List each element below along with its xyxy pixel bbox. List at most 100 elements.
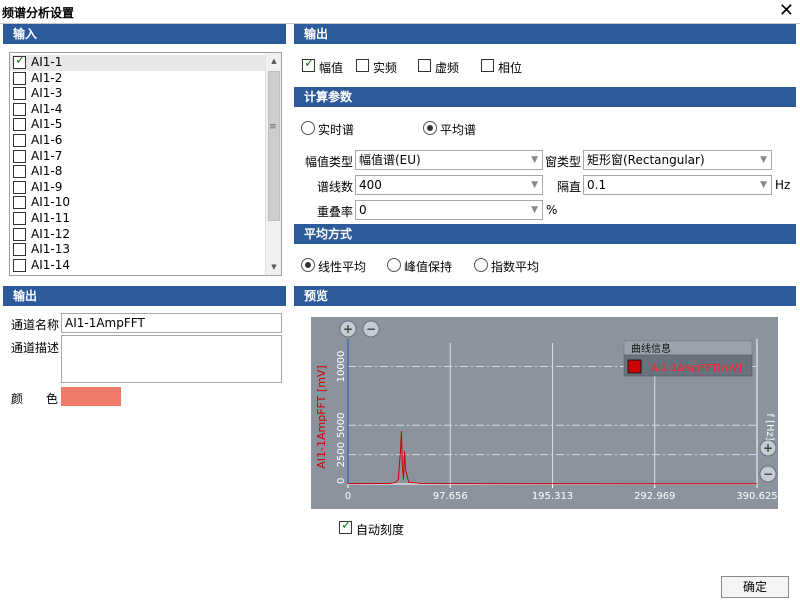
- legend-entry: AI1-1AmpFFT[mV]: [651, 363, 742, 374]
- overlap-value: 0: [359, 203, 367, 217]
- close-icon[interactable]: ✕: [779, 1, 794, 21]
- auto-scale-label: 自动刻度: [356, 523, 405, 537]
- svg-text:+: +: [343, 322, 353, 336]
- channel-checkbox[interactable]: [13, 118, 26, 132]
- channel-list-item[interactable]: AI1-7: [10, 149, 266, 165]
- scroll-down-icon[interactable]: ▼: [266, 259, 281, 275]
- mode-radio[interactable]: [423, 121, 437, 135]
- average-method-label: 指数平均: [491, 260, 540, 274]
- channel-list-item[interactable]: AI1-14: [10, 258, 266, 274]
- color-swatch[interactable]: [61, 387, 121, 406]
- x-tick-label: 292.969: [634, 491, 675, 502]
- channel-list-scrollbar[interactable]: ▲ ≡ ▼: [265, 53, 281, 275]
- channel-checkbox[interactable]: ✓: [13, 53, 26, 69]
- chevron-down-icon: ▼: [531, 155, 538, 165]
- color-label-2: 色: [46, 392, 59, 406]
- mode-label: 实时谱: [318, 123, 355, 137]
- channel-list-item[interactable]: AI1-13: [10, 242, 266, 258]
- calc-params-section-header: 计算参数: [294, 87, 796, 107]
- check-icon: ✓: [304, 56, 315, 71]
- x-tick-label: 195.313: [532, 491, 573, 502]
- channel-label: AI1-9: [31, 179, 63, 194]
- average-method-radio[interactable]: [301, 258, 315, 272]
- channel-checkbox[interactable]: [13, 149, 26, 163]
- channel-checkbox[interactable]: [13, 87, 26, 101]
- channel-desc-textarea[interactable]: [61, 335, 282, 383]
- channel-list-item[interactable]: AI1-8: [10, 164, 266, 180]
- channel-checkbox[interactable]: [13, 102, 26, 116]
- y-tick-label: 5000: [336, 413, 347, 438]
- output-type-label: 实频: [373, 61, 398, 75]
- channel-checkbox[interactable]: [13, 165, 26, 179]
- color-label-1: 颜: [11, 392, 24, 406]
- preview-section-header: 预览: [294, 286, 796, 306]
- title-bar: 频谱分析设置 ✕: [0, 0, 800, 24]
- ok-button[interactable]: 确定: [721, 576, 789, 598]
- y-tick-label: 2500: [336, 442, 347, 467]
- channel-checkbox[interactable]: [13, 212, 26, 225]
- channel-checkbox[interactable]: [13, 196, 26, 210]
- output-type-label: 相位: [498, 61, 523, 75]
- channel-list-item[interactable]: AI1-12: [10, 227, 266, 243]
- legend-title: 曲线信息: [631, 342, 671, 355]
- output-type-label: 幅值: [319, 61, 344, 75]
- channel-list-item[interactable]: AI1-11: [10, 211, 266, 227]
- channel-label: AI1-11: [31, 211, 70, 225]
- zoom-out-icon[interactable]: −: [362, 320, 380, 338]
- channel-label: AI1-10: [31, 195, 70, 210]
- y-tick-label: 0: [336, 478, 347, 484]
- channel-list-item[interactable]: AI1-2: [10, 71, 266, 87]
- lines-value: 400: [359, 178, 382, 192]
- x-tick-label: 97.656: [433, 491, 468, 502]
- channel-list-item[interactable]: AI1-5: [10, 117, 266, 133]
- chevron-down-icon: ▼: [531, 180, 538, 190]
- channel-checkbox[interactable]: [13, 227, 26, 241]
- zoom-in-icon[interactable]: +: [339, 320, 357, 338]
- channel-list-item[interactable]: AI1-4: [10, 102, 266, 118]
- channel-name-input[interactable]: AI1-1AmpFFT: [61, 313, 282, 333]
- spacing-select[interactable]: 0.1 ▼: [583, 175, 772, 195]
- window-type-select[interactable]: 矩形窗(Rectangular) ▼: [583, 150, 772, 170]
- channel-list-item[interactable]: AI1-6: [10, 133, 266, 149]
- zoom-out-icon[interactable]: −: [759, 465, 777, 483]
- channel-checkbox[interactable]: [13, 243, 26, 257]
- channel-list-item[interactable]: AI1-10: [10, 195, 266, 211]
- mode-radio[interactable]: [301, 121, 315, 135]
- chart-legend: 曲线信息 AI1-1AmpFFT[mV]: [623, 340, 753, 377]
- average-method-radio[interactable]: [474, 258, 488, 272]
- check-icon: ✓: [15, 53, 26, 68]
- svg-text:−: −: [763, 467, 773, 481]
- channel-checkbox[interactable]: [13, 180, 26, 194]
- auto-scale-checkbox[interactable]: ✓: [339, 519, 352, 534]
- channel-name-label: 通道名称: [11, 318, 60, 332]
- channel-list-item[interactable]: AI1-9: [10, 180, 266, 196]
- y-axis-label: AI1-1AmpFFT [mV]: [315, 365, 328, 468]
- zoom-in-icon[interactable]: +: [759, 439, 777, 457]
- x-tick-label: 390.625: [736, 491, 777, 502]
- amp-type-select[interactable]: 幅值谱(EU) ▼: [355, 150, 543, 170]
- chevron-down-icon: ▼: [531, 205, 538, 215]
- output-type-checkbox[interactable]: ✓: [302, 56, 315, 72]
- channel-label: AI1-4: [31, 101, 63, 116]
- input-section-header: 输入: [3, 24, 286, 44]
- channel-label: AI1-3: [31, 86, 63, 101]
- channel-checkbox[interactable]: [13, 71, 26, 85]
- output-type-checkbox[interactable]: [418, 59, 431, 72]
- scroll-thumb[interactable]: [268, 71, 280, 221]
- average-method-radio[interactable]: [387, 258, 401, 272]
- lines-select[interactable]: 400 ▼: [355, 175, 543, 195]
- channel-label: AI1-1: [31, 55, 63, 69]
- overlap-select[interactable]: 0 ▼: [355, 200, 543, 220]
- output-type-checkbox[interactable]: [356, 59, 369, 72]
- output-type-checkbox[interactable]: [481, 59, 494, 72]
- channel-checkbox[interactable]: [13, 134, 26, 147]
- channel-checkbox[interactable]: [13, 258, 26, 272]
- average-method-label: 峰值保持: [404, 260, 453, 274]
- svg-text:−: −: [366, 322, 376, 336]
- channel-list[interactable]: ✓ AI1-1 AI1-2 AI1-3 AI1-4 AI1-5 AI1-6 AI1-7 AI1-…: [9, 52, 282, 276]
- scroll-up-icon[interactable]: ▲: [266, 53, 281, 69]
- channel-label: AI1-13: [31, 242, 70, 257]
- channel-list-item[interactable]: AI1-3: [10, 86, 266, 102]
- channel-label: AI1-7: [31, 148, 63, 163]
- channel-list-item[interactable]: ✓ AI1-1: [10, 53, 266, 71]
